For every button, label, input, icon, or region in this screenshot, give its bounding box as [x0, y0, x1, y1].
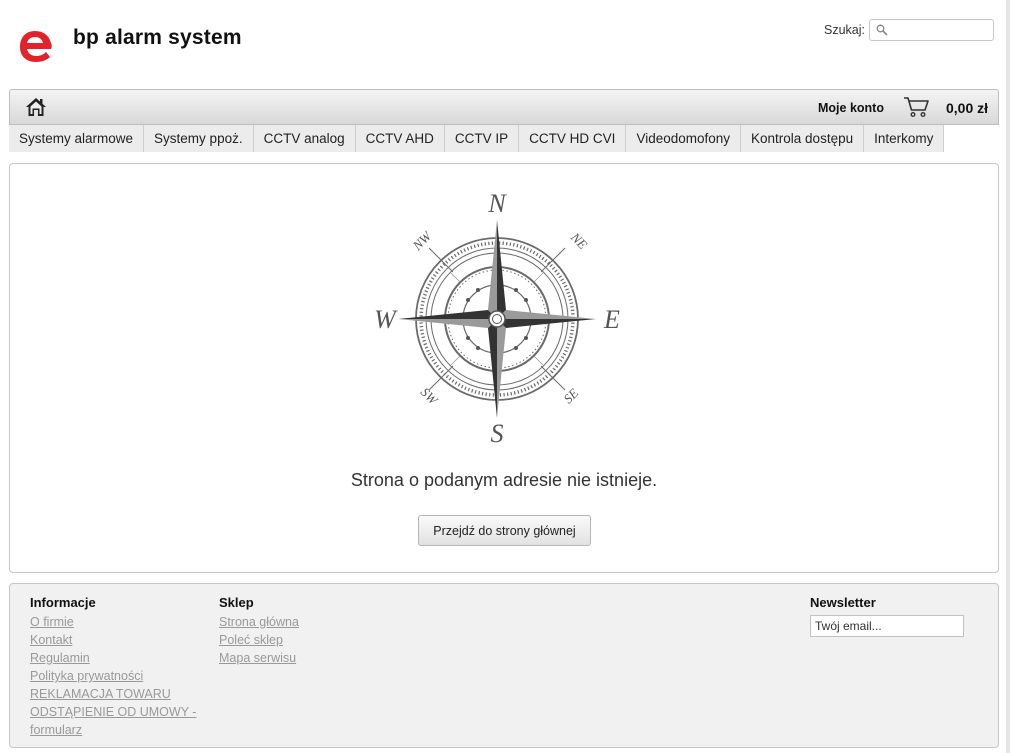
- cart-total[interactable]: 0,00 zł: [946, 100, 988, 116]
- compass-ne-label: NE: [567, 229, 590, 252]
- compass-sw-label: SW: [418, 384, 442, 408]
- footer-link-mapa-serwisu[interactable]: Mapa serwisu: [219, 649, 379, 667]
- category-nav: Systemy alarmowe Systemy ppoż. CCTV anal…: [9, 125, 945, 152]
- footer-link-kontakt[interactable]: Kontakt: [30, 631, 210, 649]
- top-bar: Moje konto 0,00 zł: [9, 89, 999, 125]
- category-interkomy[interactable]: Interkomy: [864, 125, 945, 152]
- header: bp alarm system Szukaj:: [0, 0, 1010, 88]
- footer-link-odstapienie[interactable]: ODSTĄPIENIE OD UMOWY -: [30, 703, 210, 721]
- search-input[interactable]: [870, 20, 993, 40]
- category-systemy-ppoz[interactable]: Systemy ppoż.: [144, 125, 254, 152]
- error-message: Strona o podanym adresie nie istnieje.: [350, 470, 658, 490]
- newsletter-email-input[interactable]: [810, 615, 964, 637]
- category-cctv-hd-cvi[interactable]: CCTV HD CVI: [519, 125, 627, 152]
- category-videodomofony[interactable]: Videodomofony: [626, 125, 742, 152]
- footer-link-regulamin[interactable]: Regulamin: [30, 649, 210, 667]
- footer-info-column: Informacje O firmie Kontakt Regulamin Po…: [30, 595, 210, 739]
- compass-s-label: S: [491, 419, 504, 448]
- footer-shop-title: Sklep: [219, 595, 254, 610]
- compass-n-label: N: [487, 189, 507, 218]
- newsletter-title: Newsletter: [810, 595, 876, 610]
- cart-icon[interactable]: [903, 96, 931, 118]
- logo-e-icon[interactable]: [18, 26, 52, 64]
- footer-link-polityka[interactable]: Polityka prywatności: [30, 667, 210, 685]
- footer-link-polec-sklep[interactable]: Poleć sklep: [219, 631, 379, 649]
- category-cctv-ip[interactable]: CCTV IP: [445, 125, 520, 152]
- footer: Informacje O firmie Kontakt Regulamin Po…: [9, 583, 999, 748]
- search-box[interactable]: [869, 19, 994, 41]
- category-cctv-analog[interactable]: CCTV analog: [254, 125, 356, 152]
- footer-info-title: Informacje: [30, 595, 96, 610]
- footer-shop-column: Sklep Strona główna Poleć sklep Mapa ser…: [219, 595, 379, 667]
- footer-link-formularz[interactable]: formularz: [30, 721, 210, 739]
- compass-w-label: W: [374, 305, 398, 334]
- compass-e-label: E: [603, 305, 620, 334]
- search-icon: [876, 24, 888, 36]
- my-account-link[interactable]: Moje konto: [818, 101, 884, 115]
- category-kontrola-dostepu[interactable]: Kontrola dostępu: [741, 125, 865, 152]
- scrollbar[interactable]: [1006, 0, 1010, 753]
- footer-link-reklamacja[interactable]: REKLAMACJA TOWARU: [30, 685, 210, 703]
- footer-newsletter-column: Newsletter: [810, 595, 980, 637]
- footer-link-o-firmie[interactable]: O firmie: [30, 613, 210, 631]
- site-title[interactable]: bp alarm system: [73, 26, 242, 50]
- home-icon[interactable]: [25, 97, 47, 117]
- search-label: Szukaj:: [824, 23, 865, 37]
- compass-rose-icon: N S W E NW NE SW SE: [374, 189, 620, 448]
- category-cctv-ahd[interactable]: CCTV AHD: [356, 125, 445, 152]
- category-systemy-alarmowe[interactable]: Systemy alarmowe: [9, 125, 145, 152]
- footer-link-strona-glowna[interactable]: Strona główna: [219, 613, 379, 631]
- main-content: N S W E NW NE SW SE Strona o podanym adr…: [9, 163, 999, 573]
- go-to-homepage-button[interactable]: Przejdź do strony głównej: [418, 515, 591, 546]
- search-area: Szukaj:: [824, 19, 994, 41]
